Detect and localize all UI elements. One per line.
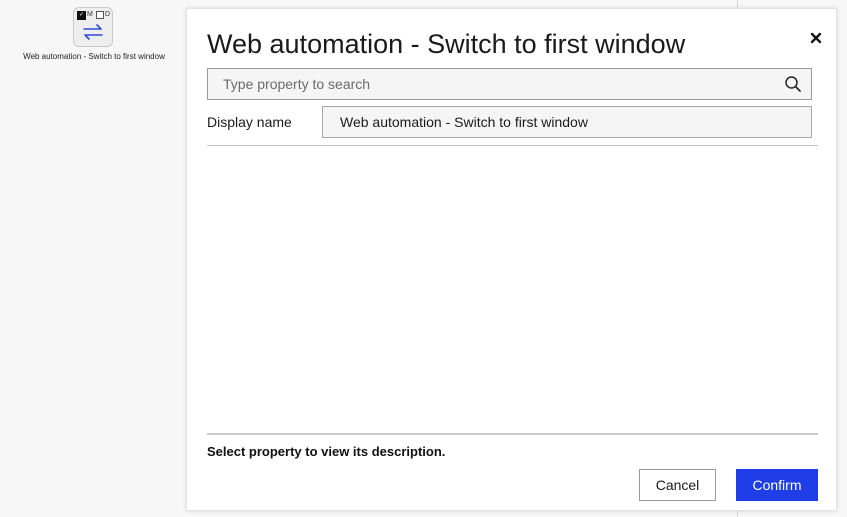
workflow-node[interactable]: ✓ M D Web automation - Switch to first w… bbox=[0, 0, 188, 70]
dialog-title: Web automation - Switch to first window bbox=[207, 29, 686, 59]
m-checkbox[interactable]: ✓ bbox=[77, 11, 86, 20]
display-name-label: Display name bbox=[207, 114, 292, 130]
display-name-field[interactable] bbox=[322, 106, 812, 138]
search-input[interactable] bbox=[223, 69, 778, 99]
swap-arrows-icon bbox=[83, 24, 103, 40]
confirm-button[interactable]: Confirm bbox=[736, 469, 818, 501]
d-flag-label: D bbox=[105, 11, 111, 18]
divider bbox=[207, 433, 818, 435]
search-box[interactable] bbox=[207, 68, 812, 100]
properties-list[interactable] bbox=[207, 146, 818, 433]
display-name-input[interactable] bbox=[340, 107, 800, 137]
node-icon-box[interactable]: ✓ M D bbox=[73, 7, 113, 47]
property-description: Select property to view its description. bbox=[207, 444, 446, 459]
search-icon[interactable] bbox=[784, 75, 802, 93]
m-flag-label: M bbox=[87, 11, 93, 18]
close-button[interactable] bbox=[806, 28, 826, 48]
cancel-button[interactable]: Cancel bbox=[639, 469, 716, 501]
node-label: Web automation - Switch to first window bbox=[23, 52, 165, 61]
d-checkbox[interactable] bbox=[96, 11, 104, 19]
properties-dialog: Web automation - Switch to first window … bbox=[186, 8, 837, 511]
close-icon bbox=[810, 32, 822, 44]
